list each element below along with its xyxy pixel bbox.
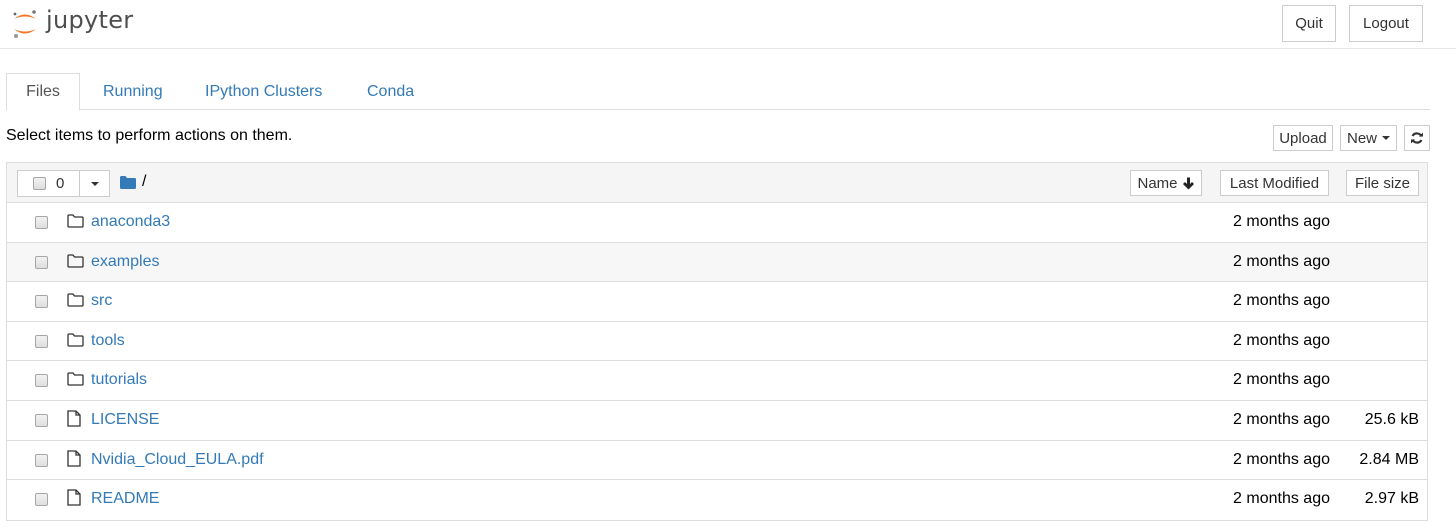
item-modified: 2 months ago xyxy=(1233,410,1330,428)
folder-icon-wrap xyxy=(67,253,84,273)
sort-name-label: Name xyxy=(1137,174,1178,192)
item-name-link[interactable]: Nvidia_Cloud_EULA.pdf xyxy=(91,451,264,469)
tab-ipython-clusters[interactable]: IPython Clusters xyxy=(185,73,342,110)
file-icon-wrap xyxy=(67,449,81,472)
folder-icon xyxy=(67,293,84,307)
item-checkbox[interactable] xyxy=(35,334,48,348)
file-list-item[interactable]: examples 2 months ago xyxy=(7,242,1427,283)
file-list-item[interactable]: README 2 months ago 2.97 kB xyxy=(7,480,1427,520)
sort-by-name-button[interactable]: Name xyxy=(1130,170,1202,196)
folder-icon-wrap xyxy=(67,372,84,391)
item-modified: 2 months ago xyxy=(1233,450,1330,468)
item-checkbox[interactable] xyxy=(35,255,48,269)
new-dropdown-button[interactable]: New xyxy=(1340,125,1397,151)
item-name-link[interactable]: tools xyxy=(91,332,125,350)
arrow-down-icon xyxy=(1182,177,1194,189)
item-checkbox[interactable] xyxy=(35,493,48,507)
item-name-link[interactable]: LICENSE xyxy=(91,411,159,429)
tab-running[interactable]: Running xyxy=(83,73,183,110)
selected-count: 0 xyxy=(56,175,65,192)
file-icon-wrap xyxy=(67,489,81,511)
caret-down-icon xyxy=(90,181,99,186)
folder-filled-icon[interactable] xyxy=(120,175,136,189)
folder-icon xyxy=(67,253,84,268)
refresh-button[interactable] xyxy=(1404,125,1430,151)
breadcrumb: / xyxy=(120,173,146,191)
file-list: 0 / Name Last Modified File size anacond… xyxy=(6,162,1428,521)
folder-icon xyxy=(67,214,84,228)
item-size: 2.84 MB xyxy=(1359,450,1419,468)
caret-down-icon xyxy=(1382,136,1390,140)
file-icon xyxy=(67,410,81,427)
folder-icon-wrap xyxy=(67,333,84,352)
folder-icon xyxy=(67,333,84,347)
new-label: New xyxy=(1346,129,1377,147)
sort-by-size-button[interactable]: File size xyxy=(1346,170,1419,196)
item-checkbox[interactable] xyxy=(35,295,48,309)
folder-icon-wrap xyxy=(67,293,84,312)
tab-bar: Files Running IPython Clusters Conda xyxy=(6,73,1430,111)
header-bar: jupyter Quit Logout xyxy=(0,0,1456,49)
item-checkbox[interactable] xyxy=(35,374,48,388)
item-modified: 2 months ago xyxy=(1233,371,1330,389)
file-icon xyxy=(67,489,81,506)
select-dropdown-button[interactable] xyxy=(80,171,109,196)
item-modified: 2 months ago xyxy=(1233,292,1330,310)
file-list-item[interactable]: Nvidia_Cloud_EULA.pdf 2 months ago 2.84 … xyxy=(7,441,1427,481)
item-size: 25.6 kB xyxy=(1364,410,1419,428)
folder-icon xyxy=(67,372,84,387)
logo-text: jupyter xyxy=(46,6,134,34)
jupyter-logo[interactable]: jupyter xyxy=(12,5,133,43)
tab-files[interactable]: Files xyxy=(6,73,80,111)
item-modified: 2 months ago xyxy=(1233,331,1330,349)
file-icon-wrap xyxy=(67,410,81,432)
selection-hint: Select items to perform actions on them. xyxy=(6,127,293,144)
item-modified: 2 months ago xyxy=(1233,213,1330,230)
item-checkbox[interactable] xyxy=(35,216,48,229)
item-name-link[interactable]: examples xyxy=(91,253,159,271)
item-name-link[interactable]: anaconda3 xyxy=(91,213,170,231)
select-all-control: 0 xyxy=(17,170,110,197)
tab-conda[interactable]: Conda xyxy=(347,73,434,110)
upload-button[interactable]: Upload xyxy=(1273,125,1333,151)
refresh-icon xyxy=(1411,132,1423,144)
item-modified: 2 months ago xyxy=(1233,490,1330,508)
item-checkbox[interactable] xyxy=(35,453,48,467)
file-list-item[interactable]: anaconda3 2 months ago xyxy=(7,203,1427,243)
item-name-link[interactable]: tutorials xyxy=(91,371,147,389)
item-modified: 2 months ago xyxy=(1233,252,1330,270)
file-list-item[interactable]: src 2 months ago xyxy=(7,282,1427,322)
breadcrumb-root[interactable]: / xyxy=(142,173,146,191)
item-name-link[interactable]: src xyxy=(91,292,112,310)
folder-icon-wrap xyxy=(67,214,84,233)
file-list-header: 0 / Name Last Modified File size xyxy=(7,163,1427,203)
file-icon xyxy=(67,449,81,467)
file-list-item[interactable]: tutorials 2 months ago xyxy=(7,361,1427,401)
logout-button[interactable]: Logout xyxy=(1349,5,1423,42)
item-name-link[interactable]: README xyxy=(91,490,159,508)
jupyter-logo-icon xyxy=(13,10,36,38)
item-size: 2.97 kB xyxy=(1364,490,1419,508)
quit-button[interactable]: Quit xyxy=(1282,5,1336,42)
sort-by-modified-button[interactable]: Last Modified xyxy=(1220,170,1329,196)
item-checkbox[interactable] xyxy=(35,413,48,427)
select-all-checkbox[interactable] xyxy=(33,177,46,190)
file-list-item[interactable]: tools 2 months ago xyxy=(7,322,1427,362)
file-list-item[interactable]: LICENSE 2 months ago 25.6 kB xyxy=(7,401,1427,441)
